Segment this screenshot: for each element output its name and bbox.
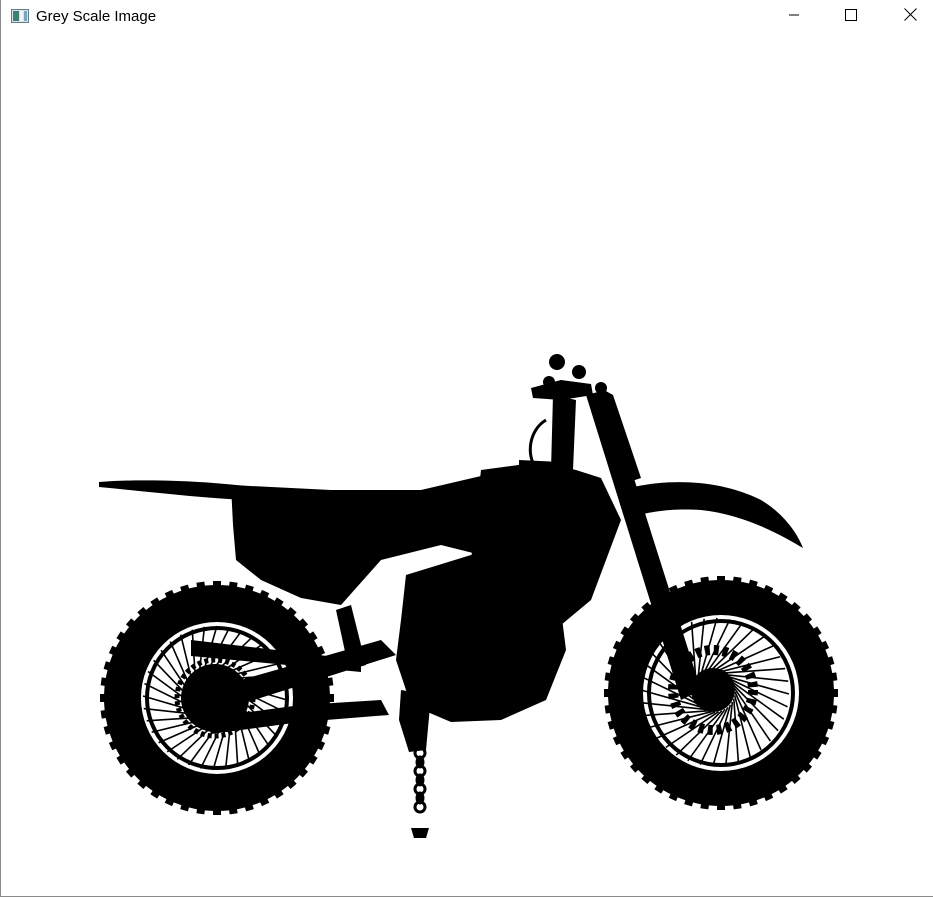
- close-icon: [903, 7, 917, 26]
- window-title: Grey Scale Image: [36, 8, 157, 25]
- minimize-icon: [788, 8, 800, 26]
- maximize-icon: [845, 8, 857, 26]
- maximize-button[interactable]: [828, 0, 874, 33]
- front-wheel: [604, 576, 838, 810]
- image-window-icon: [11, 9, 29, 23]
- app-window: Grey Scale Image: [0, 0, 933, 897]
- title-bar[interactable]: Grey Scale Image: [1, 0, 933, 33]
- image-canvas: [1, 33, 933, 896]
- close-button[interactable]: [887, 0, 933, 33]
- minimize-button[interactable]: [771, 0, 817, 33]
- motorcycle-silhouette: [99, 354, 838, 838]
